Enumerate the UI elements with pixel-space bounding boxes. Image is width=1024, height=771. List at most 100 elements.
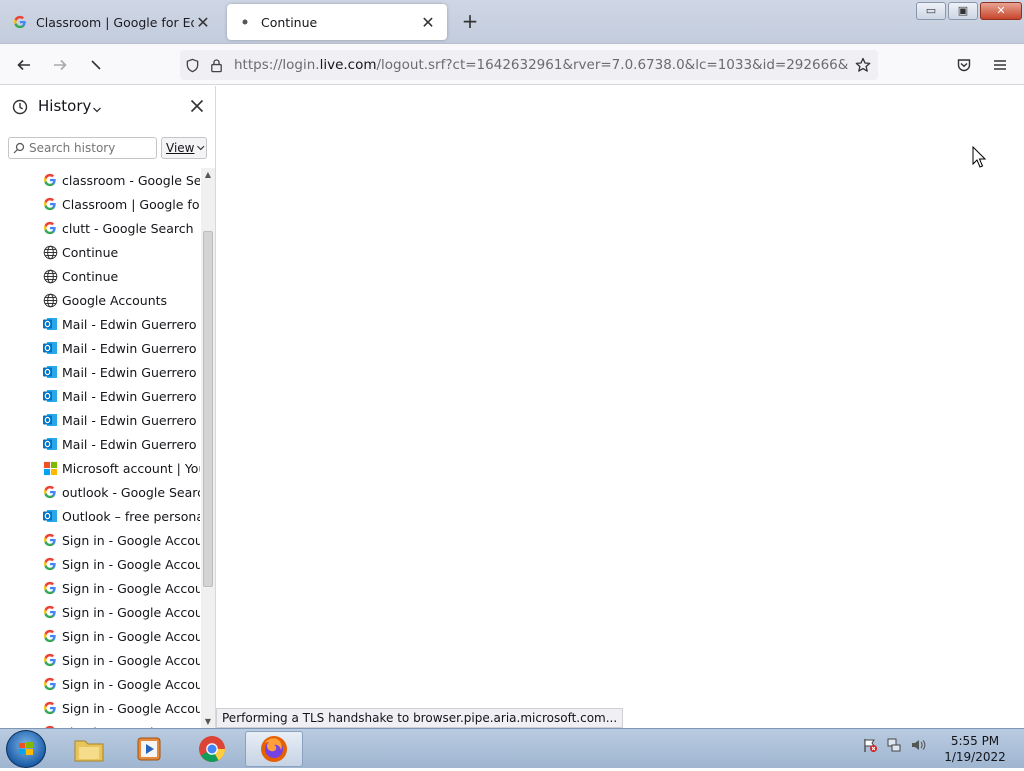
history-item[interactable]: Sign in - Google Accounts [0, 648, 200, 672]
clock-time: 5:55 PM [950, 734, 1000, 748]
tab-title: Continue [261, 14, 318, 30]
sidebar-title[interactable]: History [38, 97, 91, 115]
search-history-input[interactable] [29, 141, 149, 155]
history-item[interactable]: Mail - Edwin Guerrero - Outlook [0, 312, 200, 336]
taskbar-media-player[interactable] [120, 731, 178, 767]
navigation-toolbar: https://login.live.com/logout.srf?ct=164… [0, 44, 1024, 85]
history-item[interactable]: Continue [0, 264, 200, 288]
close-icon [190, 99, 204, 113]
history-item[interactable]: Sign in - Google Accounts [0, 552, 200, 576]
new-tab-button[interactable]: + [459, 11, 481, 33]
history-item[interactable]: Sign in - Google Accounts [0, 600, 200, 624]
view-menu-button[interactable]: View [161, 137, 207, 159]
window-controls: ▭ ▣ ✕ [916, 2, 1022, 20]
history-item[interactable]: Sign in - Google Accounts [0, 696, 200, 720]
tracking-protection-shield-icon[interactable] [180, 58, 204, 73]
history-item[interactable]: Sign in - Google Accounts [0, 528, 200, 552]
history-item-label: Sign in - Google Accounts [62, 652, 200, 668]
start-button[interactable] [6, 730, 46, 768]
history-item-label: Mail - Edwin Guerrero - Outlook [62, 340, 200, 356]
history-item[interactable]: Classroom | Google for Education [0, 192, 200, 216]
app-menu-button[interactable] [987, 52, 1013, 78]
network-icon[interactable] [886, 737, 902, 753]
history-item[interactable]: Sign in - Google Accounts [0, 672, 200, 696]
page-content[interactable]: Performing a TLS handshake to browser.pi… [216, 86, 1024, 728]
history-item-label: Microsoft account | Your profile [62, 460, 200, 476]
lock-icon[interactable] [204, 58, 228, 73]
outlook-icon [42, 508, 58, 524]
taskbar-file-explorer[interactable] [60, 731, 118, 767]
microsoft-icon [42, 460, 58, 476]
history-item[interactable]: clutt - Google Search [0, 216, 200, 240]
url-text[interactable]: https://login.live.com/logout.srf?ct=164… [228, 57, 848, 73]
history-item[interactable]: outlook - Google Search [0, 480, 200, 504]
history-item[interactable]: Outlook – free personal e... [0, 504, 200, 528]
action-center-flag-icon[interactable] [862, 737, 878, 753]
restore-button[interactable]: ▣ [948, 2, 978, 20]
google-g-icon [12, 14, 28, 30]
sidebar-close-button[interactable] [189, 98, 205, 118]
back-button[interactable] [11, 52, 37, 78]
outlook-icon [42, 436, 58, 452]
history-item[interactable]: Sign in - Google Accounts [0, 624, 200, 648]
history-item-label: classroom - Google Search [62, 172, 200, 188]
history-item-label: Mail - Edwin Guerrero - Outlook [62, 316, 200, 332]
address-bar[interactable]: https://login.live.com/logout.srf?ct=164… [180, 50, 878, 80]
history-item[interactable]: Continue [0, 240, 200, 264]
history-item[interactable]: Microsoft account | Your profile [0, 456, 200, 480]
tab-classroom[interactable]: Classroom | Google for Education ✕ [2, 4, 222, 40]
taskbar-chrome[interactable] [183, 731, 241, 767]
tab-close-icon[interactable]: ✕ [419, 13, 437, 32]
file-explorer-icon [74, 740, 104, 762]
taskbar-clock[interactable]: 5:55 PM 1/19/2022 [940, 733, 1010, 765]
history-item[interactable]: Sign in - Google Accounts [0, 576, 200, 600]
history-item[interactable]: Sign in - Google Accounts [0, 720, 200, 728]
back-arrow-icon [17, 59, 30, 71]
history-scrollbar[interactable]: ▲ ▼ [201, 168, 215, 728]
history-item-label: clutt - Google Search [62, 220, 194, 236]
history-item-label: Continue [62, 244, 119, 260]
google-g-icon [42, 484, 58, 500]
taskbar-firefox[interactable] [245, 731, 303, 767]
stop-loading-button[interactable] [83, 52, 109, 78]
history-item[interactable]: Mail - Edwin Guerrero - Outlook [0, 432, 200, 456]
history-list: classroom - Google Search Classroom | Goo… [0, 168, 200, 728]
chevron-down-icon [197, 145, 205, 151]
volume-icon[interactable] [910, 737, 926, 753]
hamburger-menu-icon [994, 60, 1006, 70]
window-close-button[interactable]: ✕ [980, 2, 1022, 20]
scroll-thumb[interactable] [203, 231, 213, 587]
bookmark-star-icon[interactable] [848, 57, 878, 73]
history-item-label: Mail - Edwin Guerrero - Outlook [62, 388, 200, 404]
history-item-label: Mail - Edwin Guerrero - Outlook [62, 412, 200, 428]
scroll-down-arrow-icon[interactable]: ▼ [203, 717, 213, 726]
history-item[interactable]: Mail - Edwin Guerrero - Outlook [0, 384, 200, 408]
history-item-label: Mail - Edwin Guerrero - Outlook [62, 364, 200, 380]
google-g-icon [42, 196, 58, 212]
history-item-label: Outlook – free personal e... [62, 508, 200, 524]
history-item[interactable]: classroom - Google Search [0, 168, 200, 192]
outlook-icon [42, 316, 58, 332]
forward-button[interactable] [47, 52, 73, 78]
sidebar-header: History [0, 86, 216, 128]
history-item[interactable]: Mail - Edwin Guerrero - Outlook [0, 360, 200, 384]
view-label: View [166, 141, 195, 155]
history-item-label: Sign in - Google Accounts [62, 580, 200, 596]
history-item-label: Continue [62, 268, 119, 284]
history-item[interactable]: Mail - Edwin Guerrero - Outlook [0, 336, 200, 360]
scroll-up-arrow-icon[interactable]: ▲ [203, 170, 213, 179]
tab-title: Classroom | Google for Education [36, 14, 194, 30]
tab-close-icon[interactable]: ✕ [194, 13, 212, 32]
history-item[interactable]: Google Accounts [0, 288, 200, 312]
minimize-button[interactable]: ▭ [916, 2, 946, 20]
chevron-down-icon[interactable] [92, 100, 102, 119]
google-g-icon [42, 604, 58, 620]
globe-icon [42, 244, 58, 260]
search-history-field[interactable] [8, 137, 157, 159]
forward-arrow-icon [54, 59, 67, 71]
globe-icon [42, 292, 58, 308]
firefox-icon [261, 736, 287, 762]
pocket-button[interactable] [951, 52, 977, 78]
tab-continue[interactable]: Continue ✕ [227, 4, 447, 40]
history-item[interactable]: Mail - Edwin Guerrero - Outlook [0, 408, 200, 432]
